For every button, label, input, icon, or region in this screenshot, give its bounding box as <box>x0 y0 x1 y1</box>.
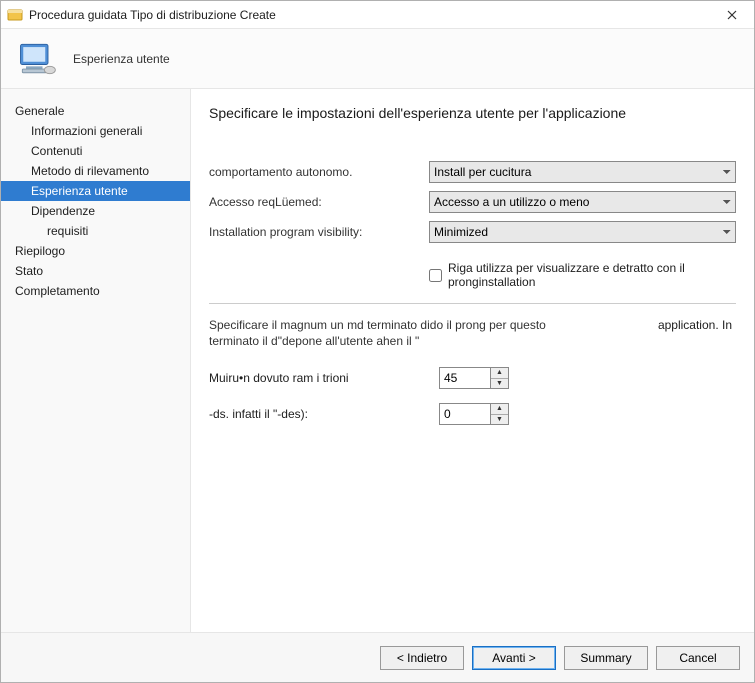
behavior-combo[interactable]: Install per cucitura <box>429 161 736 183</box>
logon-combo[interactable]: Accesso a un utilizzo o meno <box>429 191 736 213</box>
visibility-combo[interactable]: Minimized <box>429 221 736 243</box>
restart-label: -ds. infatti il "-des): <box>209 407 439 421</box>
restart-down-icon[interactable]: ▼ <box>491 415 508 425</box>
sidebar-item-4[interactable]: Esperienza utente <box>1 181 190 201</box>
step-name: Esperienza utente <box>73 52 170 66</box>
sidebar-item-5[interactable]: Dipendenze <box>1 201 190 221</box>
sidebar-item-3[interactable]: Metodo di rilevamento <box>1 161 190 181</box>
note-right: application. In <box>579 318 736 349</box>
divider <box>209 303 736 304</box>
sidebar-item-7[interactable]: Riepilogo <box>1 241 190 261</box>
runtime-spinner[interactable]: ▲ ▼ <box>439 367 509 389</box>
wizard-header: Esperienza utente <box>1 29 754 89</box>
page-heading: Specificare le impostazioni dell'esperie… <box>209 105 736 121</box>
runtime-input[interactable] <box>440 368 490 388</box>
restart-up-icon[interactable]: ▲ <box>491 404 508 415</box>
interact-checkbox[interactable] <box>429 269 442 282</box>
restart-input[interactable] <box>440 404 490 424</box>
close-button[interactable] <box>716 5 748 25</box>
restart-spinner[interactable]: ▲ ▼ <box>439 403 509 425</box>
wizard-window: Procedura guidata Tipo di distribuzione … <box>0 0 755 683</box>
summary-button[interactable]: Summary <box>564 646 648 670</box>
sidebar-item-9[interactable]: Completamento <box>1 281 190 301</box>
logon-label: Accesso reqLüemed: <box>209 195 429 209</box>
sidebar-item-1[interactable]: Informazioni generali <box>1 121 190 141</box>
sidebar-item-0[interactable]: Generale <box>1 101 190 121</box>
computer-icon <box>15 37 59 81</box>
runtime-down-icon[interactable]: ▼ <box>491 379 508 389</box>
content-panel: Specificare le impostazioni dell'esperie… <box>191 89 754 632</box>
wizard-sidebar: GeneraleInformazioni generaliContenutiMe… <box>1 89 191 632</box>
runtime-label: Muiru•n dovuto ram i trioni <box>209 371 439 385</box>
app-icon <box>7 7 23 23</box>
sidebar-item-2[interactable]: Contenuti <box>1 141 190 161</box>
note-left: Specificare il magnum un md terminato di… <box>209 318 579 349</box>
sidebar-item-8[interactable]: Stato <box>1 261 190 281</box>
window-title: Procedura guidata Tipo di distribuzione … <box>29 8 716 22</box>
back-button[interactable]: < Indietro <box>380 646 464 670</box>
cancel-button[interactable]: Cancel <box>656 646 740 670</box>
wizard-footer: < Indietro Avanti > Summary Cancel <box>1 632 754 682</box>
titlebar: Procedura guidata Tipo di distribuzione … <box>1 1 754 29</box>
behavior-label: comportamento autonomo. <box>209 165 429 179</box>
sidebar-item-6[interactable]: requisiti <box>1 221 190 241</box>
runtime-up-icon[interactable]: ▲ <box>491 368 508 379</box>
visibility-label: Installation program visibility: <box>209 225 429 239</box>
interact-checkbox-label: Riga utilizza per visualizzare e detratt… <box>448 261 736 289</box>
next-button[interactable]: Avanti > <box>472 646 556 670</box>
